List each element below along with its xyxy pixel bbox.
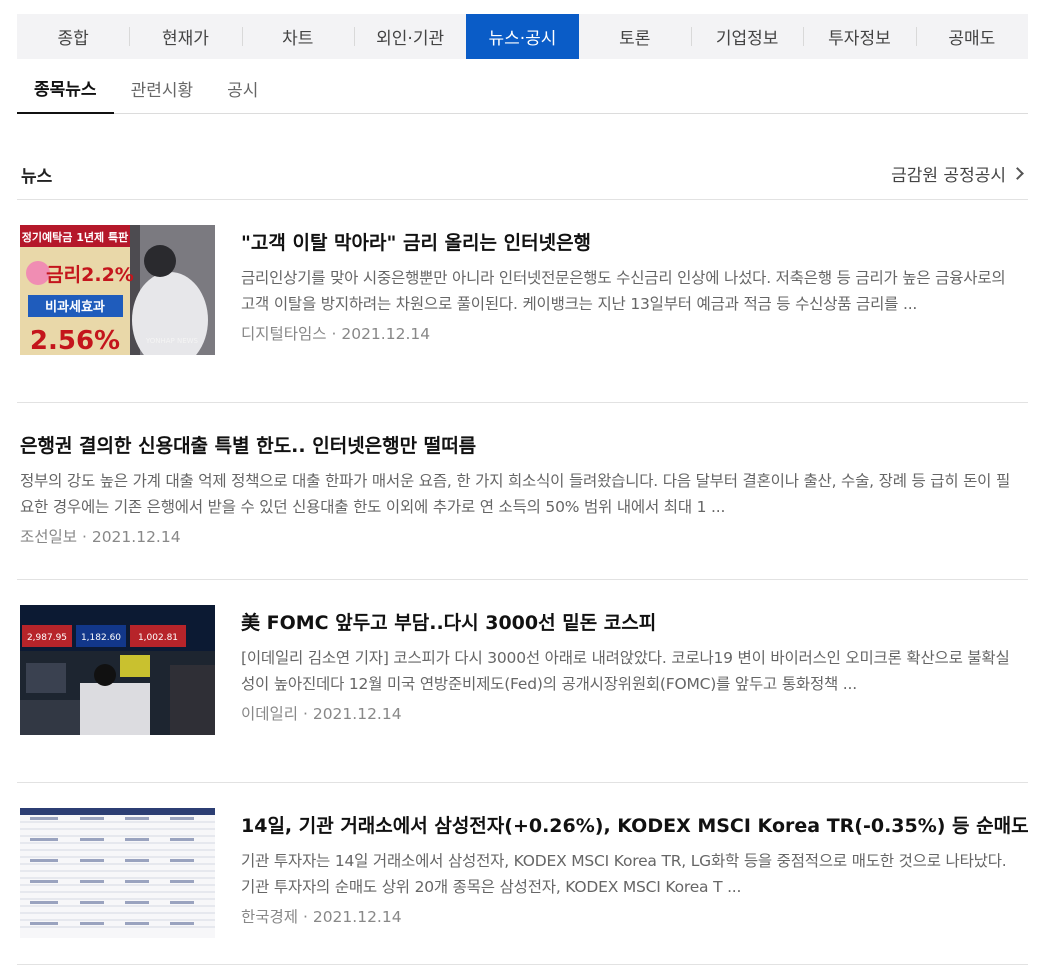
section-title: 뉴스 (21, 167, 53, 187)
news-meta: 조선일보 · 2021.12.14 (20, 526, 1020, 548)
tab-current-price[interactable]: 현재가 (129, 14, 241, 59)
sign-low-text: 비과세효과 (45, 300, 105, 315)
news-section-header: 뉴스 금감원 공정공시 (17, 150, 1028, 200)
news-thumbnail[interactable] (20, 808, 215, 938)
news-date: 2021.12.14 (91, 528, 181, 546)
tab-investment-info[interactable]: 투자정보 (803, 14, 915, 59)
news-item[interactable]: 14일, 기관 거래소에서 삼성전자(+0.26%), KODEX MSCI K… (17, 783, 1029, 965)
tab-summary[interactable]: 종합 (17, 14, 129, 59)
news-subtabs: 종목뉴스 관련시황 공시 (17, 62, 1028, 114)
tab-chart[interactable]: 차트 (241, 14, 354, 59)
subtab-disclosure[interactable]: 공시 (210, 62, 275, 114)
fss-disclosure-link[interactable]: 금감원 공정공시 (891, 161, 1026, 186)
tab-foreign-institution[interactable]: 외인·기관 (353, 14, 466, 59)
board-kospi: 2,987.95 (27, 633, 67, 643)
news-source: 이데일리 (241, 705, 299, 723)
news-thumbnail[interactable]: 정기예탁금 1년제 특판 금리2.2% 비과세효과 2.56% YONHAP N… (20, 225, 215, 355)
news-title[interactable]: 美 FOMC 앞두고 부담..다시 3000선 밑돈 코스피 (241, 610, 1020, 636)
news-meta: 디지털타임스 · 2021.12.14 (241, 323, 1020, 345)
meta-separator: · (298, 705, 313, 723)
news-text: 은행권 결의한 신용대출 특별 한도.. 인터넷은행만 떨떠름 정부의 강도 높… (20, 433, 1020, 548)
news-date: 2021.12.14 (312, 908, 402, 926)
news-source: 조선일보 (20, 528, 78, 546)
subtab-market-conditions[interactable]: 관련시황 (114, 62, 211, 114)
news-date: 2021.12.14 (312, 705, 402, 723)
news-summary: 금리인상기를 맞아 시중은행뿐만 아니라 인터넷전문은행도 수신금리 인상에 나… (241, 269, 1006, 313)
news-text: "고객 이탈 막아라" 금리 올리는 인터넷은행 금리인상기를 맞아 시중은행뿐… (241, 230, 1020, 345)
trading-table-image (20, 808, 215, 938)
tab-short-selling[interactable]: 공매도 (915, 14, 1028, 59)
news-summary: 정부의 강도 높은 가계 대출 억제 정책으로 대출 한파가 매서운 요즘, 한… (20, 472, 1011, 516)
news-title[interactable]: 14일, 기관 거래소에서 삼성전자(+0.26%), KODEX MSCI K… (241, 813, 1029, 839)
news-source: 디지털타임스 (241, 325, 327, 343)
fss-disclosure-label: 금감원 공정공시 (891, 166, 1006, 186)
board-kosdaq: 1,002.81 (138, 633, 178, 643)
trading-room-image: 2,987.95 1,182.60 1,002.81 (20, 605, 215, 735)
meta-separator: · (77, 528, 92, 546)
sign-top-text: 정기예탁금 1년제 특판 (22, 230, 128, 244)
chevron-right-icon (1011, 167, 1024, 180)
thumb-watermark: YONHAP NEWS (145, 337, 199, 345)
news-item[interactable]: 정기예탁금 1년제 특판 금리2.2% 비과세효과 2.56% YONHAP N… (17, 200, 1028, 403)
news-text: 14일, 기관 거래소에서 삼성전자(+0.26%), KODEX MSCI K… (241, 813, 1029, 928)
news-meta: 이데일리 · 2021.12.14 (241, 703, 1020, 725)
subtab-stock-news[interactable]: 종목뉴스 (17, 62, 114, 114)
news-summary: [이데일리 김소연 기자] 코스피가 다시 3000선 아래로 내려앉았다. 코… (241, 649, 1010, 693)
news-source: 한국경제 (241, 908, 299, 926)
sign-big-text: 2.56% (30, 326, 120, 355)
meta-separator: · (326, 325, 342, 343)
news-thumbnail[interactable]: 2,987.95 1,182.60 1,002.81 (20, 605, 215, 735)
board-usd: 1,182.60 (81, 633, 121, 643)
news-item[interactable]: 2,987.95 1,182.60 1,002.81 美 FOMC 앞두고 부담… (17, 580, 1028, 783)
news-text: 美 FOMC 앞두고 부담..다시 3000선 밑돈 코스피 [이데일리 김소연… (241, 610, 1020, 725)
sign-mid-text: 금리2.2% (46, 264, 134, 286)
tab-news-disclosure[interactable]: 뉴스·공시 (466, 14, 579, 59)
news-summary: 기관 투자자는 14일 거래소에서 삼성전자, KODEX MSCI Korea… (241, 852, 1007, 896)
news-title[interactable]: 은행권 결의한 신용대출 특별 한도.. 인터넷은행만 떨떠름 (20, 433, 1020, 459)
tab-company-info[interactable]: 기업정보 (690, 14, 803, 59)
news-title[interactable]: "고객 이탈 막아라" 금리 올리는 인터넷은행 (241, 230, 1020, 256)
meta-separator: · (298, 908, 313, 926)
news-date: 2021.12.14 (341, 325, 431, 343)
stock-tab-bar: 종합 현재가 차트 외인·기관 뉴스·공시 토론 기업정보 투자정보 공매도 (17, 14, 1028, 59)
bank-rate-sign-image: 정기예탁금 1년제 특판 금리2.2% 비과세효과 2.56% YONHAP N… (20, 225, 215, 355)
tab-discussion[interactable]: 토론 (579, 14, 691, 59)
news-item[interactable]: 은행권 결의한 신용대출 특별 한도.. 인터넷은행만 떨떠름 정부의 강도 높… (17, 403, 1028, 580)
news-meta: 한국경제 · 2021.12.14 (241, 906, 1020, 928)
